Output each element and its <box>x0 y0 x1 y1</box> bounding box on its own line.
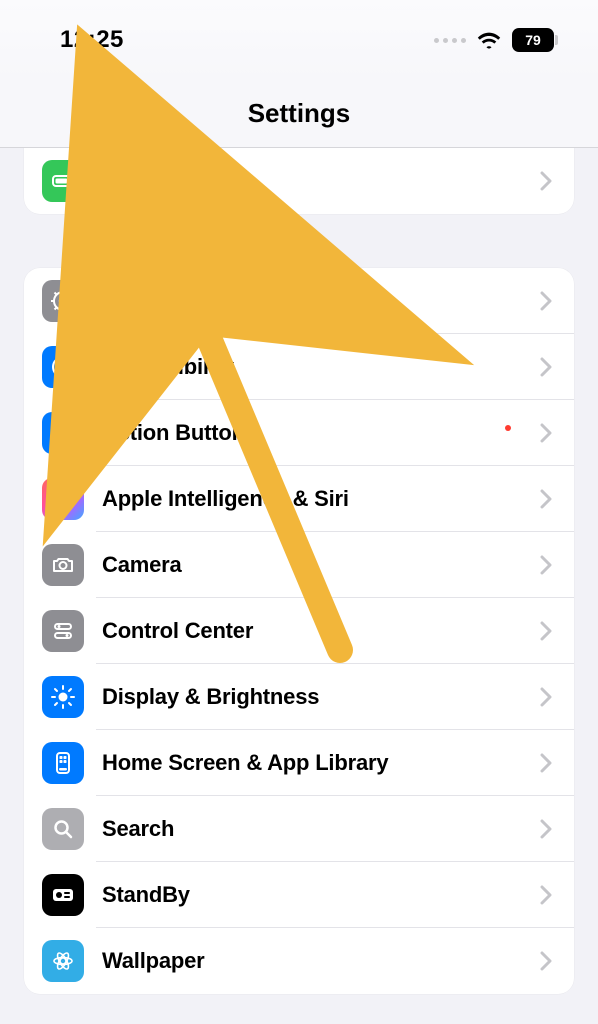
row-search[interactable]: Search <box>24 796 574 862</box>
title-bar: Settings <box>0 80 598 148</box>
row-label: Accessibility <box>102 354 540 380</box>
row-home-screen[interactable]: Home Screen & App Library <box>24 730 574 796</box>
row-label: Wallpaper <box>102 948 540 974</box>
chevron-right-icon <box>540 171 574 191</box>
chevron-right-icon <box>540 489 574 509</box>
chevron-right-icon <box>540 621 574 641</box>
row-standby[interactable]: StandBy <box>24 862 574 928</box>
row-general[interactable]: General <box>24 268 574 334</box>
page-title: Settings <box>248 98 351 129</box>
battery-percent: 79 <box>512 28 554 52</box>
status-right: 79 <box>434 28 558 52</box>
row-label: Home Screen & App Library <box>102 750 540 776</box>
battery-indicator: 79 <box>512 28 558 52</box>
row-wallpaper[interactable]: Wallpaper <box>24 928 574 994</box>
chevron-right-icon <box>540 687 574 707</box>
row-label: General <box>102 288 540 314</box>
row-label: Camera <box>102 552 540 578</box>
settings-content: Battery General Accessibility Act <box>0 148 598 1024</box>
gear-icon <box>42 280 84 322</box>
notification-dot <box>403 323 409 329</box>
wallpaper-icon <box>42 940 84 982</box>
row-label: Display & Brightness <box>102 684 540 710</box>
control-center-icon <box>42 610 84 652</box>
settings-group-main: General Accessibility Action Button Appl… <box>24 268 574 994</box>
row-control-center[interactable]: Control Center <box>24 598 574 664</box>
accessibility-icon <box>42 346 84 388</box>
row-battery[interactable]: Battery <box>24 148 574 214</box>
cellular-dots-icon <box>434 38 466 43</box>
home-screen-icon <box>42 742 84 784</box>
row-camera[interactable]: Camera <box>24 532 574 598</box>
brightness-icon <box>42 676 84 718</box>
row-label: Search <box>102 816 540 842</box>
row-label: StandBy <box>102 882 540 908</box>
wifi-icon <box>476 30 502 50</box>
row-accessibility[interactable]: Accessibility <box>24 334 574 400</box>
row-action-button[interactable]: Action Button <box>24 400 574 466</box>
chevron-right-icon <box>540 423 574 443</box>
battery-icon <box>42 160 84 202</box>
row-apple-intelligence-siri[interactable]: Apple Intelligence & Siri <box>24 466 574 532</box>
row-label: Action Button <box>102 420 540 446</box>
apple-intelligence-icon <box>42 478 84 520</box>
status-bar: 12:25 79 <box>0 0 598 80</box>
chevron-right-icon <box>540 555 574 575</box>
chevron-right-icon <box>540 291 574 311</box>
settings-group-power: Battery <box>24 148 574 214</box>
notification-dot <box>505 425 511 431</box>
status-time: 12:25 <box>60 26 124 54</box>
row-label: Control Center <box>102 618 540 644</box>
camera-icon <box>42 544 84 586</box>
chevron-right-icon <box>540 885 574 905</box>
chevron-right-icon <box>540 357 574 377</box>
chevron-right-icon <box>540 753 574 773</box>
chevron-right-icon <box>540 819 574 839</box>
row-display-brightness[interactable]: Display & Brightness <box>24 664 574 730</box>
standby-icon <box>42 874 84 916</box>
row-label: Apple Intelligence & Siri <box>102 486 540 512</box>
search-icon <box>42 808 84 850</box>
chevron-right-icon <box>540 951 574 971</box>
row-label: Battery <box>102 168 540 194</box>
action-button-icon <box>42 412 84 454</box>
